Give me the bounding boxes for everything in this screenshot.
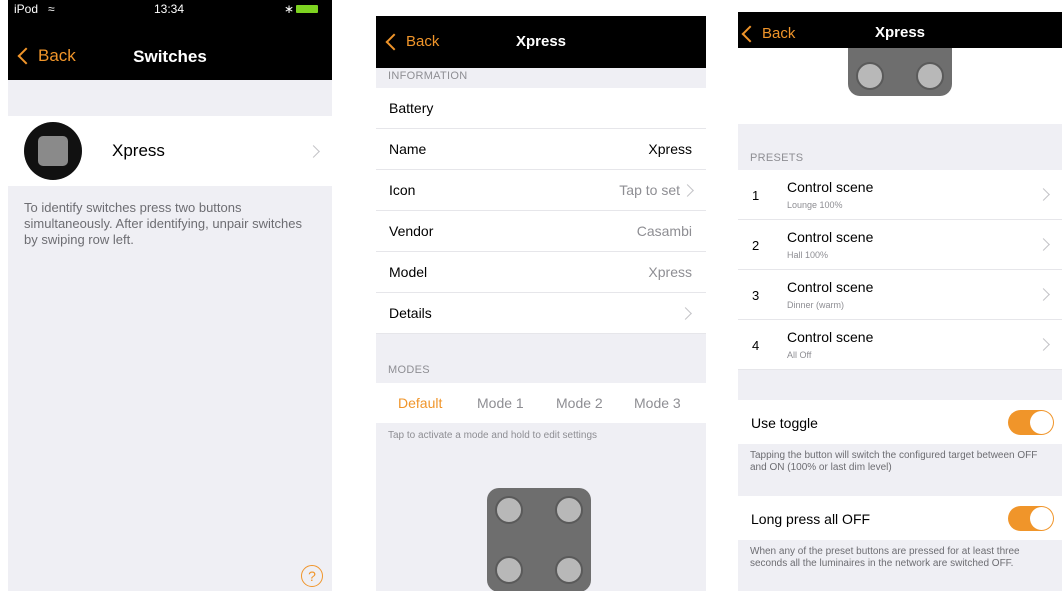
preset-number: 4 bbox=[752, 338, 760, 353]
long-press-label: Long press all OFF bbox=[751, 511, 871, 527]
preset-scene: Lounge 100% bbox=[787, 200, 843, 210]
mode-default[interactable]: Default bbox=[398, 395, 442, 411]
chevron-right-icon bbox=[307, 145, 320, 158]
clock: 13:34 bbox=[154, 2, 185, 16]
preset-number: 1 bbox=[752, 188, 760, 203]
wifi-icon: ≈ bbox=[48, 2, 55, 16]
vendor-value: Casambi bbox=[636, 223, 692, 239]
xpress-switch-icon bbox=[24, 122, 82, 180]
status-bar: iPod ≈ 13:34 ∗ bbox=[8, 0, 332, 18]
chevron-right-icon bbox=[1037, 338, 1050, 351]
preset-number: 3 bbox=[752, 288, 760, 303]
page-title: Xpress bbox=[874, 24, 926, 41]
long-press-note: When any of the preset buttons are press… bbox=[750, 546, 1020, 569]
xpress-device-image bbox=[487, 488, 591, 591]
identify-hint: To identify switches press two buttons s… bbox=[24, 200, 302, 247]
battery-row: Battery bbox=[376, 88, 706, 129]
preset-title: Control scene bbox=[787, 229, 874, 245]
page-title: Xpress bbox=[515, 33, 567, 50]
name-label: Name bbox=[389, 141, 427, 157]
nav-bar: Back Xpress bbox=[376, 16, 706, 68]
name-row[interactable]: Name Xpress bbox=[376, 129, 706, 170]
mode-2[interactable]: Mode 2 bbox=[556, 395, 603, 411]
modes-header: MODES bbox=[388, 364, 430, 376]
preset-title: Control scene bbox=[787, 329, 874, 345]
model-value: Xpress bbox=[648, 264, 692, 280]
switches-screen: iPod ≈ 13:34 ∗ Back Switches Xpress To i… bbox=[8, 0, 332, 591]
chevron-right-icon bbox=[1037, 188, 1050, 201]
vendor-row: Vendor Casambi bbox=[376, 211, 706, 252]
use-toggle-switch[interactable] bbox=[1008, 410, 1054, 435]
preset-row[interactable]: 4 Control scene All Off bbox=[738, 320, 1062, 370]
information-header: INFORMATION bbox=[388, 70, 468, 82]
use-toggle-row: Use toggle bbox=[738, 400, 1062, 444]
mode-1[interactable]: Mode 1 bbox=[477, 395, 524, 411]
xpress-device-image bbox=[848, 48, 952, 96]
nav-bar: Back Switches bbox=[8, 18, 332, 80]
details-label: Details bbox=[389, 305, 432, 321]
modes-hint: Tap to activate a mode and hold to edit … bbox=[388, 430, 598, 441]
preset-scene: All Off bbox=[787, 350, 812, 360]
preset-title: Control scene bbox=[787, 279, 874, 295]
chevron-right-icon bbox=[1037, 288, 1050, 301]
help-icon[interactable]: ? bbox=[301, 565, 323, 587]
preset-scene: Hall 100% bbox=[787, 250, 829, 260]
preset-row[interactable]: 2 Control scene Hall 100% bbox=[738, 220, 1062, 270]
name-value: Xpress bbox=[648, 141, 692, 157]
use-toggle-label: Use toggle bbox=[751, 415, 818, 431]
xpress-presets-screen: Back Xpress PRESETS 1 Control scene Loun… bbox=[738, 0, 1062, 591]
battery-icon bbox=[296, 5, 318, 13]
preset-row[interactable]: 1 Control scene Lounge 100% bbox=[738, 170, 1062, 220]
switch-row-xpress[interactable]: Xpress bbox=[8, 116, 332, 186]
chevron-right-icon bbox=[681, 184, 694, 197]
preset-number: 2 bbox=[752, 238, 760, 253]
long-press-switch[interactable] bbox=[1008, 506, 1054, 531]
vendor-label: Vendor bbox=[389, 223, 434, 239]
use-toggle-note: Tapping the button will switch the confi… bbox=[750, 450, 1038, 473]
chevron-right-icon bbox=[1037, 238, 1050, 251]
preset-row[interactable]: 3 Control scene Dinner (warm) bbox=[738, 270, 1062, 320]
preset-title: Control scene bbox=[787, 179, 874, 195]
chevron-right-icon bbox=[679, 307, 692, 320]
carrier-label: iPod bbox=[14, 2, 39, 16]
mode-selector: Default Mode 1 Mode 2 Mode 3 bbox=[376, 383, 706, 423]
icon-label: Icon bbox=[389, 182, 416, 198]
mode-3[interactable]: Mode 3 bbox=[634, 395, 681, 411]
bluetooth-icon: ∗ bbox=[284, 2, 295, 16]
battery-label: Battery bbox=[389, 100, 434, 116]
switch-name: Xpress bbox=[112, 141, 165, 160]
presets-header: PRESETS bbox=[750, 152, 804, 164]
long-press-row: Long press all OFF bbox=[738, 496, 1062, 540]
model-row: Model Xpress bbox=[376, 252, 706, 293]
preset-scene: Dinner (warm) bbox=[787, 300, 845, 310]
xpress-details-screen: Back Xpress INFORMATION Battery Name Xpr… bbox=[376, 0, 706, 591]
page-title: Switches bbox=[133, 47, 207, 66]
icon-value: Tap to set bbox=[619, 182, 680, 198]
model-label: Model bbox=[389, 264, 428, 280]
details-row[interactable]: Details bbox=[376, 293, 706, 334]
icon-row[interactable]: Icon Tap to set bbox=[376, 170, 706, 211]
